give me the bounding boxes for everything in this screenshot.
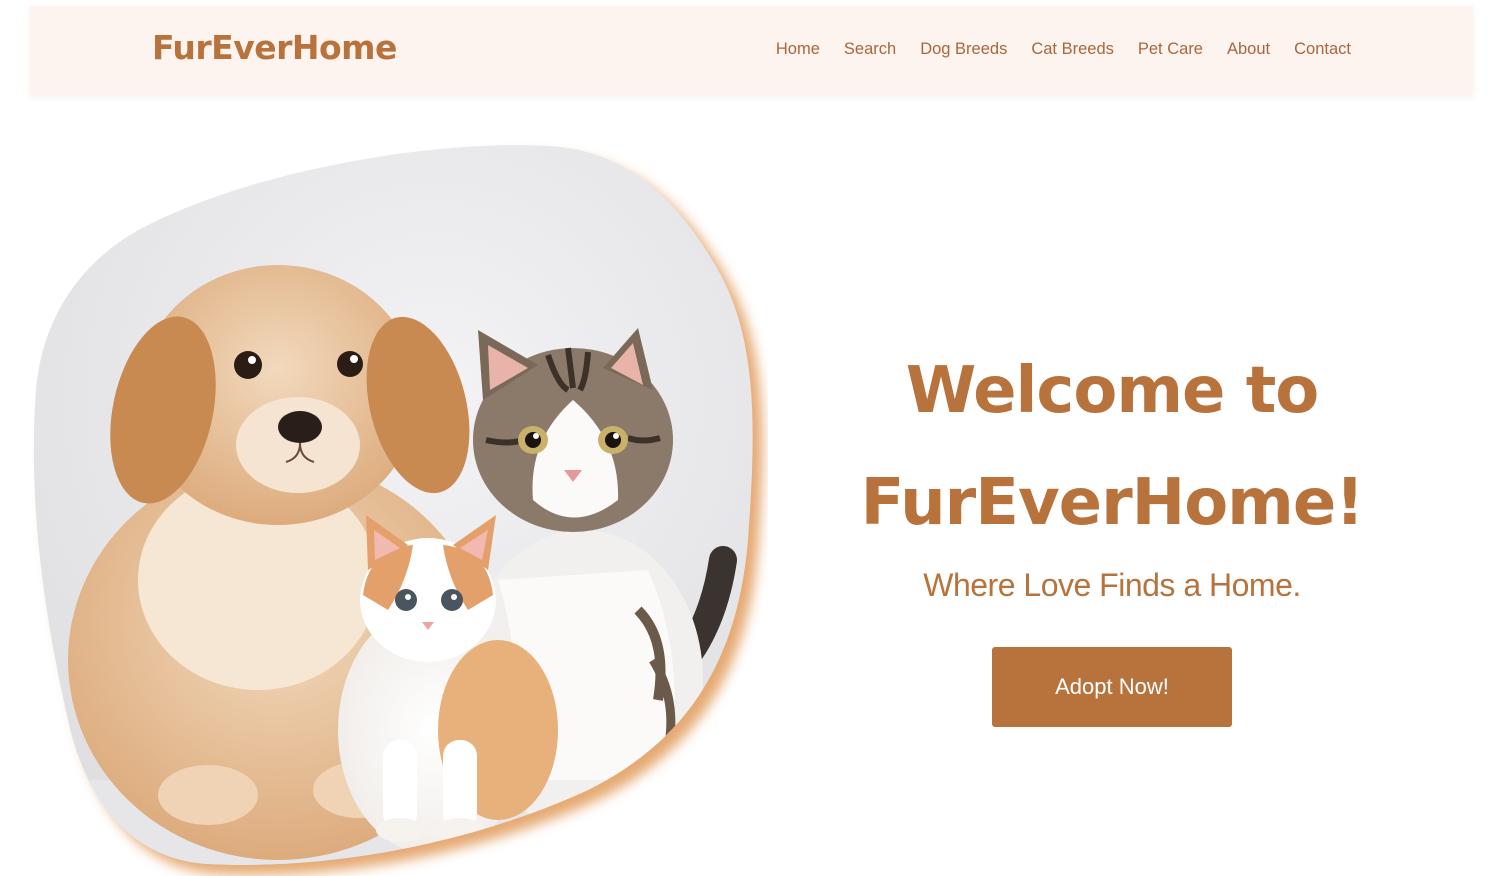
- navbar: FurEverHome Home Search Dog Breeds Cat B…: [30, 6, 1473, 95]
- hero-headline-line1: Welcome to: [905, 354, 1320, 428]
- nav-item-home[interactable]: Home: [776, 40, 820, 59]
- nav-item-pet-care[interactable]: Pet Care: [1138, 40, 1203, 59]
- nav-item-contact[interactable]: Contact: [1294, 40, 1351, 59]
- nav-item-about[interactable]: About: [1227, 40, 1270, 59]
- nav-menu: Home Search Dog Breeds Cat Breeds Pet Ca…: [776, 40, 1351, 59]
- nav-item-cat-breeds[interactable]: Cat Breeds: [1031, 40, 1114, 59]
- hero-image: [28, 140, 768, 876]
- nav-item-dog-breeds[interactable]: Dog Breeds: [920, 40, 1007, 59]
- brand-logo[interactable]: FurEverHome: [152, 28, 397, 67]
- nav-item-search[interactable]: Search: [844, 40, 896, 59]
- adopt-now-button[interactable]: Adopt Now!: [992, 647, 1232, 727]
- hero-headline: Welcome to FurEverHome!: [800, 335, 1424, 559]
- hero-section: Welcome to FurEverHome! Where Love Finds…: [800, 335, 1424, 727]
- hero-headline-line2: FurEverHome!: [860, 466, 1365, 540]
- hero-tagline: Where Love Finds a Home.: [923, 567, 1301, 603]
